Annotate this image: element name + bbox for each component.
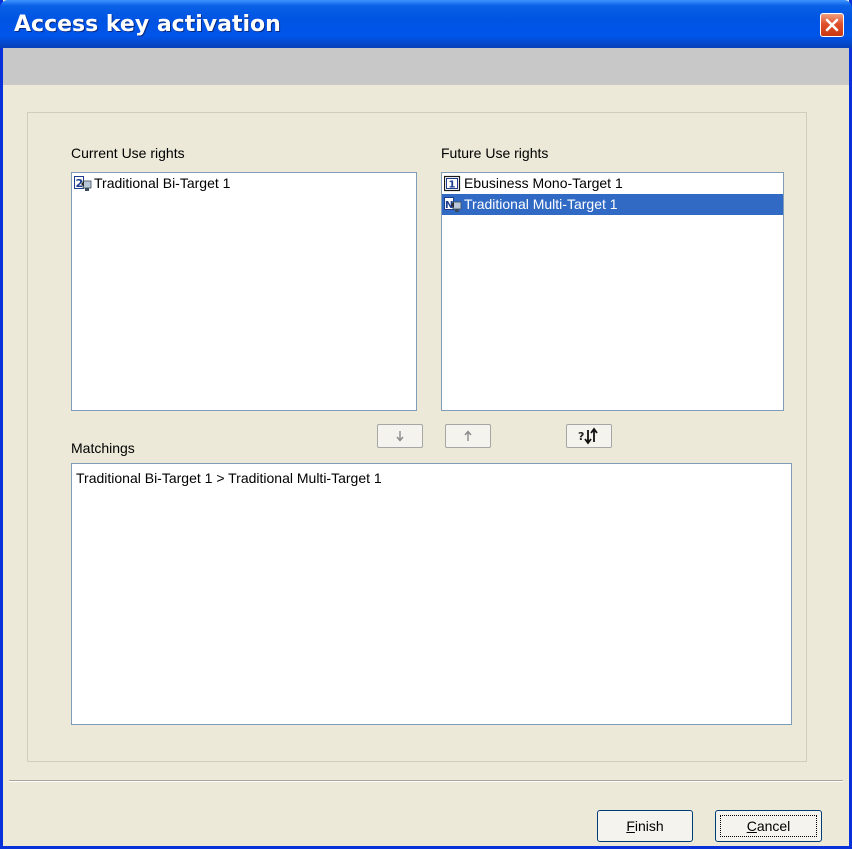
svg-text:?: ? [578, 430, 584, 443]
current-use-rights-label: Current Use rights [71, 145, 185, 161]
move-down-button[interactable] [377, 424, 423, 448]
cancel-button[interactable]: Cancel [715, 810, 822, 842]
window-title: Access key activation [14, 12, 281, 37]
auto-match-icon: ? [578, 427, 598, 445]
list-item-label: Traditional Bi-Target 1 [94, 175, 231, 191]
list-item-label: Ebusiness Mono-Target 1 [464, 175, 623, 191]
mono-target-icon: 1 [444, 175, 461, 192]
footer-divider [9, 780, 843, 782]
arrow-down-icon [396, 431, 404, 442]
matching-item[interactable]: Traditional Bi-Target 1 > Traditional Mu… [76, 468, 787, 489]
move-up-button[interactable] [445, 424, 491, 448]
bi-target-icon: 2 [74, 176, 92, 191]
matchings-label: Matchings [71, 440, 135, 456]
header-band [3, 48, 849, 85]
future-use-rights-list[interactable]: 1 Ebusiness Mono-Target 1 N Traditional … [441, 172, 784, 411]
matchings-list[interactable]: Traditional Bi-Target 1 > Traditional Mu… [71, 463, 792, 725]
title-bar[interactable]: Access key activation [0, 0, 852, 48]
dialog-window: Access key activation Current Use rights… [0, 0, 852, 849]
cancel-label-rest: ancel [756, 818, 791, 834]
current-use-rights-list[interactable]: 2 Traditional Bi-Target 1 [71, 172, 417, 411]
svg-text:1: 1 [449, 180, 456, 191]
list-item-label: Traditional Multi-Target 1 [464, 196, 618, 212]
future-use-rights-label: Future Use rights [441, 145, 549, 161]
auto-match-button[interactable]: ? [566, 424, 612, 448]
multi-target-icon: N [444, 197, 462, 212]
close-button[interactable] [820, 13, 844, 37]
finish-mnemonic: F [626, 818, 635, 834]
arrow-up-icon [464, 430, 472, 441]
matching-item-label: Traditional Bi-Target 1 > Traditional Mu… [76, 470, 382, 486]
list-item[interactable]: N Traditional Multi-Target 1 [442, 194, 783, 215]
finish-button[interactable]: Finish [597, 810, 693, 842]
list-item[interactable]: 2 Traditional Bi-Target 1 [72, 173, 416, 194]
cancel-mnemonic: C [746, 818, 757, 834]
list-item[interactable]: 1 Ebusiness Mono-Target 1 [442, 173, 783, 194]
close-icon [825, 18, 839, 32]
finish-label-rest: inish [634, 818, 664, 834]
